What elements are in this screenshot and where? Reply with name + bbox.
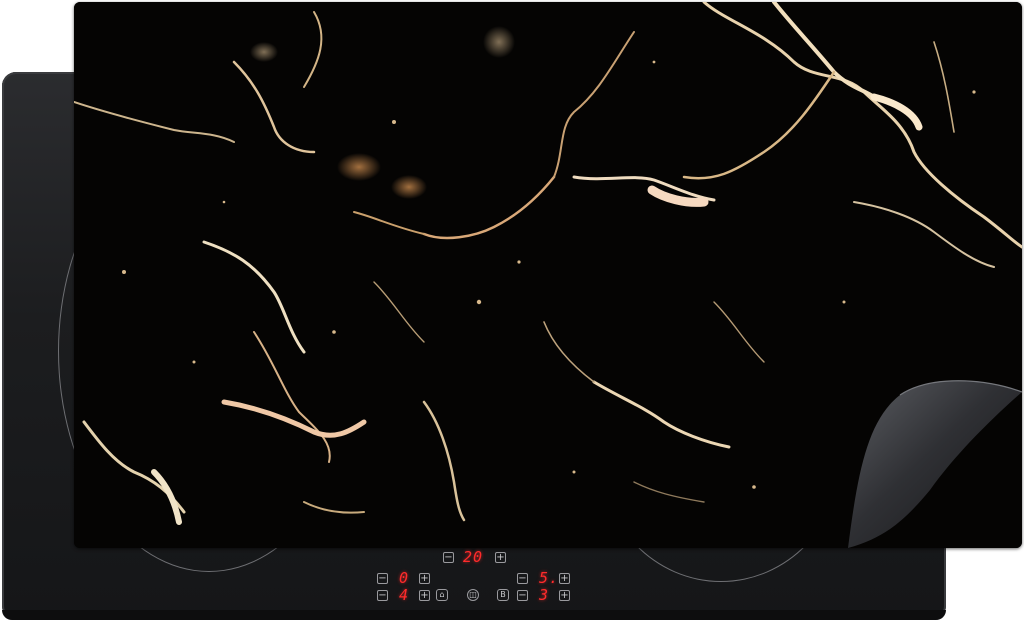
zone-rear-right-display: 3 xyxy=(539,586,550,604)
zone-front-right-minus-button[interactable]: − xyxy=(517,573,528,584)
zone-rear-left-display: 4 xyxy=(399,586,410,604)
booster-icon[interactable]: B xyxy=(497,589,509,601)
timer-plus-button[interactable]: + xyxy=(495,552,506,563)
lock-icon[interactable]: ⌂ xyxy=(436,589,448,601)
zone-front-left-display: 0 xyxy=(399,569,410,587)
zone-rear-left-minus-button[interactable]: − xyxy=(377,590,388,601)
timer-display: 20 xyxy=(463,548,484,566)
zone-front-right-display: 5. xyxy=(539,569,560,587)
product-photo: − 20 + − 0 + − 5. + − 4 + ⌂ ◫ B − 3 + xyxy=(0,0,1024,622)
zone-front-right-plus-button[interactable]: + xyxy=(559,573,570,584)
zone-front-left-plus-button[interactable]: + xyxy=(419,573,430,584)
timer-minus-button[interactable]: − xyxy=(443,552,454,563)
zone-rear-right-plus-button[interactable]: + xyxy=(559,590,570,601)
peeled-corner xyxy=(848,380,1023,548)
zone-rear-right-minus-button[interactable]: − xyxy=(517,590,528,601)
pause-icon[interactable]: ◫ xyxy=(467,589,479,601)
zone-rear-left-plus-button[interactable]: + xyxy=(419,590,430,601)
zone-front-left-minus-button[interactable]: − xyxy=(377,573,388,584)
